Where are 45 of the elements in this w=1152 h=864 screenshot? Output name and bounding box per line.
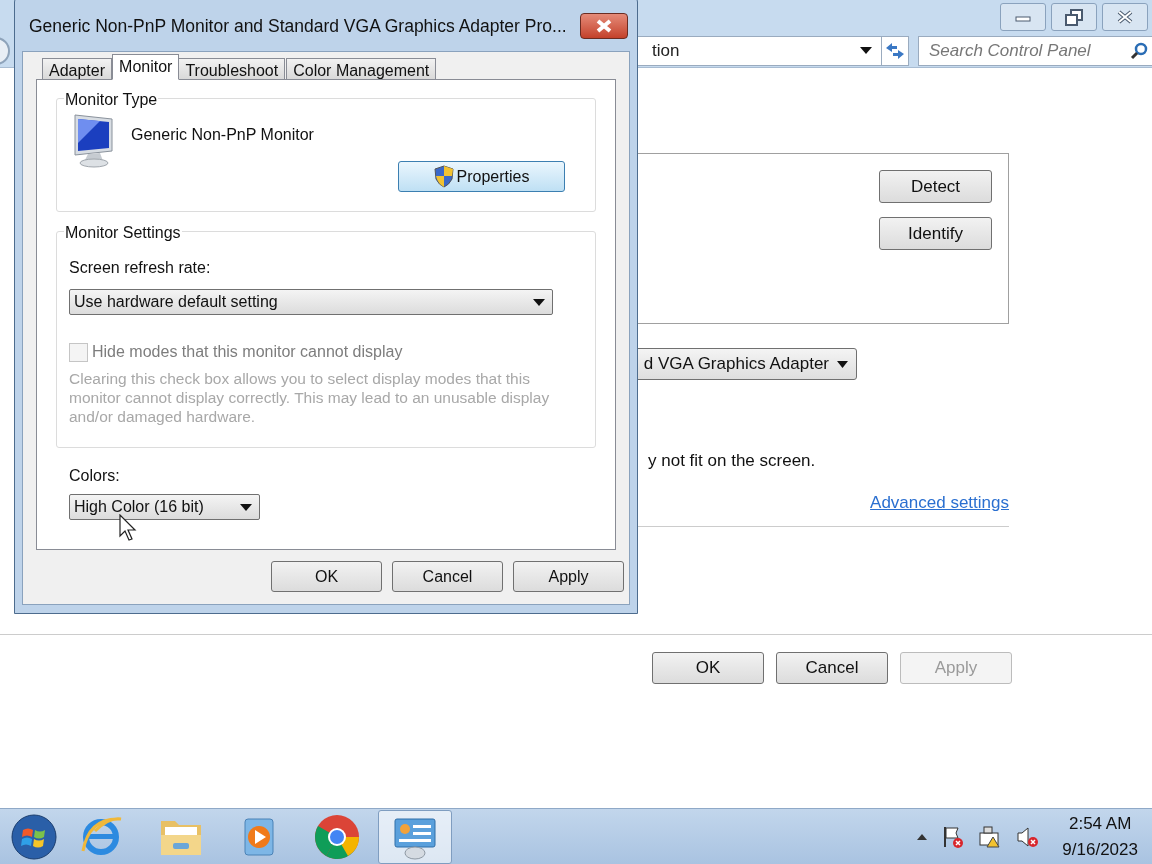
help-text: Clearing this check box allows you to select display modes that this monitor cannot display correctly. This may lead to an unusable display and/or damaged hardware. [69, 369, 551, 426]
field-label: Screen refresh rate: [69, 258, 212, 278]
checkbox-label: Hide modes that this monitor cannot display [92, 342, 403, 362]
dialog-button[interactable]: Apply [513, 561, 624, 592]
dropdown-arrow-icon [837, 360, 848, 368]
monitor-name: Generic Non-PnP Monitor [131, 124, 314, 145]
window-button[interactable]: Detect [879, 170, 992, 203]
window-title: Generic Non-PnP Monitor and Standard VGA Graphics Adapter Pro... [29, 14, 567, 38]
network-warning-icon[interactable] [978, 824, 1003, 849]
refresh-rate-dropdown[interactable]: Use hardware default setting [69, 289, 553, 315]
flag-alert-icon[interactable] [942, 824, 965, 849]
dropdown-value: d VGA Graphics Adapter [643, 353, 829, 376]
tab[interactable]: Monitor [112, 54, 180, 80]
refresh-icon [884, 40, 906, 61]
address-text: tion [652, 39, 681, 62]
chevron-up-icon[interactable] [916, 832, 929, 841]
window-button[interactable]: OK [652, 651, 764, 684]
tab[interactable]: Color Management [286, 58, 437, 80]
window-button[interactable]: Cancel [776, 651, 888, 684]
advanced-settings-link[interactable]: Advanced settings [870, 490, 1009, 516]
colors-dropdown[interactable]: High Color (16 bit) [69, 494, 260, 520]
shield-icon [433, 165, 454, 188]
dialog-button[interactable]: OK [271, 561, 382, 592]
close-icon [595, 19, 613, 33]
tab[interactable]: Adapter [42, 58, 113, 80]
dropdown-arrow-icon [533, 298, 545, 306]
close-button[interactable] [580, 13, 628, 39]
field-label: Colors: [69, 466, 121, 486]
close-icon [1116, 9, 1134, 25]
cursor-icon [119, 514, 137, 542]
window-button[interactable]: Identify [879, 217, 992, 250]
tab[interactable]: Troubleshoot [178, 58, 286, 80]
dropdown-arrow-icon[interactable] [859, 46, 873, 55]
speaker-muted-icon[interactable] [1016, 824, 1039, 849]
note-text: y not fit on the screen. [648, 450, 816, 470]
restore-icon [1064, 7, 1084, 27]
clock[interactable]: 2:54 AM 9/16/2023 [1062, 810, 1138, 863]
restore-button[interactable] [1051, 3, 1097, 31]
windows-logo-icon [10, 812, 58, 861]
properties-button[interactable]: Properties [398, 161, 565, 192]
chrome-icon [313, 812, 361, 861]
taskbar-button[interactable] [378, 809, 452, 864]
dropdown-arrow-icon [240, 503, 252, 511]
search-field[interactable]: Search Control Panel [918, 35, 1152, 66]
dialog-button[interactable]: Cancel [392, 561, 503, 592]
